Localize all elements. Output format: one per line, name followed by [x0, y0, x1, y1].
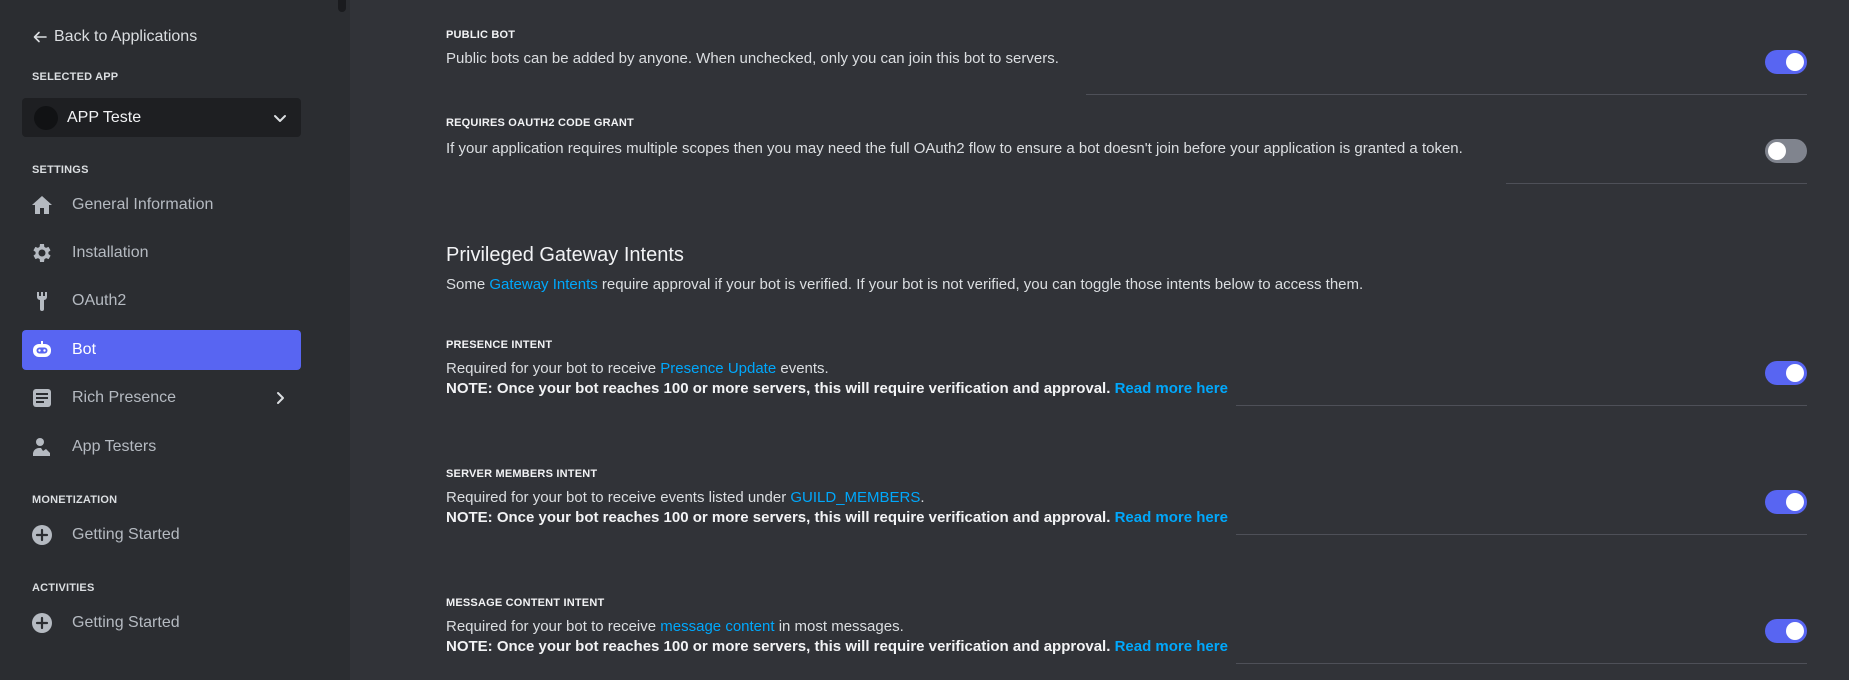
- text-segment: require approval if your bot is verified…: [597, 276, 1364, 293]
- sidebar-item-general-information[interactable]: General Information: [22, 185, 301, 225]
- divider: [1236, 405, 1807, 406]
- sidebar-scrollbar[interactable]: [338, 0, 346, 12]
- chevron-down-icon: [271, 109, 289, 127]
- text-segment: events.: [776, 360, 829, 377]
- server-members-intent-text: Required for your bot to receive events …: [446, 488, 1228, 508]
- back-to-applications-link[interactable]: Back to Applications: [32, 28, 197, 46]
- activities-heading: ACTIVITIES: [32, 582, 95, 594]
- sidebar-item-label: Getting Started: [72, 526, 180, 543]
- presence-intent-toggle[interactable]: [1765, 361, 1807, 385]
- bot-settings-panel: PUBLIC BOT Public bots can be added by a…: [350, 0, 1849, 680]
- sidebar-item-oauth2[interactable]: OAuth2: [22, 281, 301, 321]
- toggle-knob: [1786, 364, 1804, 382]
- app-selector-dropdown[interactable]: APP Teste: [22, 98, 301, 137]
- sidebar: Back to Applications SELECTED APP APP Te…: [0, 0, 350, 680]
- server-members-intent-title: SERVER MEMBERS INTENT: [446, 468, 598, 480]
- text-segment: Required for your bot to receive: [446, 360, 661, 377]
- arrow-left-icon: [32, 29, 48, 45]
- oauth2-code-grant-description: If your application requires multiple sc…: [446, 140, 1463, 157]
- monetization-heading: MONETIZATION: [32, 494, 118, 506]
- text-segment: Required for your bot to receive: [446, 618, 661, 635]
- presence-intent-text: Required for your bot to receive Presenc…: [446, 359, 1228, 379]
- toggle-knob: [1768, 142, 1786, 160]
- sidebar-item-label: Rich Presence: [72, 389, 177, 406]
- sidebar-item-label: App Testers: [72, 438, 157, 455]
- divider: [1086, 94, 1807, 95]
- note-text: NOTE: Once your bot reaches 100 or more …: [446, 509, 1111, 526]
- public-bot-toggle[interactable]: [1765, 50, 1807, 74]
- divider: [1236, 663, 1807, 664]
- sidebar-item-label: Bot: [72, 341, 97, 358]
- message-content-intent-toggle[interactable]: [1765, 619, 1807, 643]
- sidebar-item-label: General Information: [72, 196, 214, 213]
- chevron-right-icon: [271, 389, 289, 407]
- plus-circle-icon: [30, 523, 54, 547]
- sidebar-item-installation[interactable]: Installation: [22, 233, 301, 273]
- sidebar-item-label: OAuth2: [72, 292, 127, 309]
- home-icon: [30, 193, 54, 217]
- presence-intent-title: PRESENCE INTENT: [446, 339, 553, 351]
- oauth2-code-grant-title: REQUIRES OAUTH2 CODE GRANT: [446, 117, 634, 129]
- settings-heading: SETTINGS: [32, 164, 89, 176]
- verification-note: NOTE: Once your bot reaches 100 or more …: [446, 637, 1228, 657]
- document-icon: [30, 386, 54, 410]
- gear-icon: [30, 241, 54, 265]
- sidebar-item-label: Installation: [72, 244, 149, 261]
- oauth2-code-grant-toggle[interactable]: [1765, 139, 1807, 163]
- read-more-link[interactable]: Read more here: [1115, 380, 1228, 397]
- toggle-knob: [1786, 493, 1804, 511]
- toggle-knob: [1786, 53, 1804, 71]
- message-content-intent-text: Required for your bot to receive message…: [446, 617, 1228, 637]
- server-members-intent-description: Required for your bot to receive events …: [446, 488, 1228, 528]
- sidebar-item-rich-presence[interactable]: Rich Presence: [22, 378, 301, 418]
- divider: [1236, 534, 1807, 535]
- person-icon: [30, 435, 54, 459]
- server-members-intent-toggle[interactable]: [1765, 490, 1807, 514]
- guild-members-link[interactable]: GUILD_MEMBERS: [790, 489, 920, 506]
- verification-note: NOTE: Once your bot reaches 100 or more …: [446, 508, 1228, 528]
- sidebar-item-activities-getting-started[interactable]: Getting Started: [22, 603, 301, 643]
- presence-intent-description: Required for your bot to receive Presenc…: [446, 359, 1228, 399]
- text-segment: in most messages.: [774, 618, 904, 635]
- app-name: APP Teste: [67, 108, 142, 126]
- presence-update-link[interactable]: Presence Update: [660, 360, 776, 377]
- message-content-intent-description: Required for your bot to receive message…: [446, 617, 1228, 657]
- gateway-intents-link[interactable]: Gateway Intents: [489, 276, 597, 293]
- public-bot-description: Public bots can be added by anyone. When…: [446, 50, 1059, 67]
- wrench-icon: [30, 289, 54, 313]
- privileged-gateway-intents-heading: Privileged Gateway Intents: [446, 244, 684, 266]
- read-more-link[interactable]: Read more here: [1115, 509, 1228, 526]
- text-segment: .: [920, 489, 925, 506]
- back-label: Back to Applications: [54, 28, 198, 45]
- note-text: NOTE: Once your bot reaches 100 or more …: [446, 638, 1111, 655]
- app-avatar: [34, 105, 58, 130]
- text-segment: Required for your bot to receive events …: [446, 489, 791, 506]
- sidebar-item-bot[interactable]: Bot: [22, 330, 301, 370]
- note-text: NOTE: Once your bot reaches 100 or more …: [446, 380, 1111, 397]
- message-content-link[interactable]: message content: [660, 618, 774, 635]
- sidebar-item-monetization-getting-started[interactable]: Getting Started: [22, 515, 301, 555]
- text-segment: Some: [446, 276, 490, 293]
- read-more-link[interactable]: Read more here: [1115, 638, 1228, 655]
- message-content-intent-title: MESSAGE CONTENT INTENT: [446, 597, 605, 609]
- divider: [1506, 183, 1807, 184]
- sidebar-item-label: Getting Started: [72, 614, 180, 631]
- verification-note: NOTE: Once your bot reaches 100 or more …: [446, 379, 1228, 399]
- selected-app-heading: SELECTED APP: [32, 71, 119, 83]
- plus-circle-icon: [30, 611, 54, 635]
- privileged-gateway-intents-description: Some Gateway Intents require approval if…: [446, 276, 1363, 293]
- sidebar-item-app-testers[interactable]: App Testers: [22, 427, 301, 467]
- public-bot-title: PUBLIC BOT: [446, 29, 516, 41]
- bot-icon: [30, 338, 54, 362]
- toggle-knob: [1786, 622, 1804, 640]
